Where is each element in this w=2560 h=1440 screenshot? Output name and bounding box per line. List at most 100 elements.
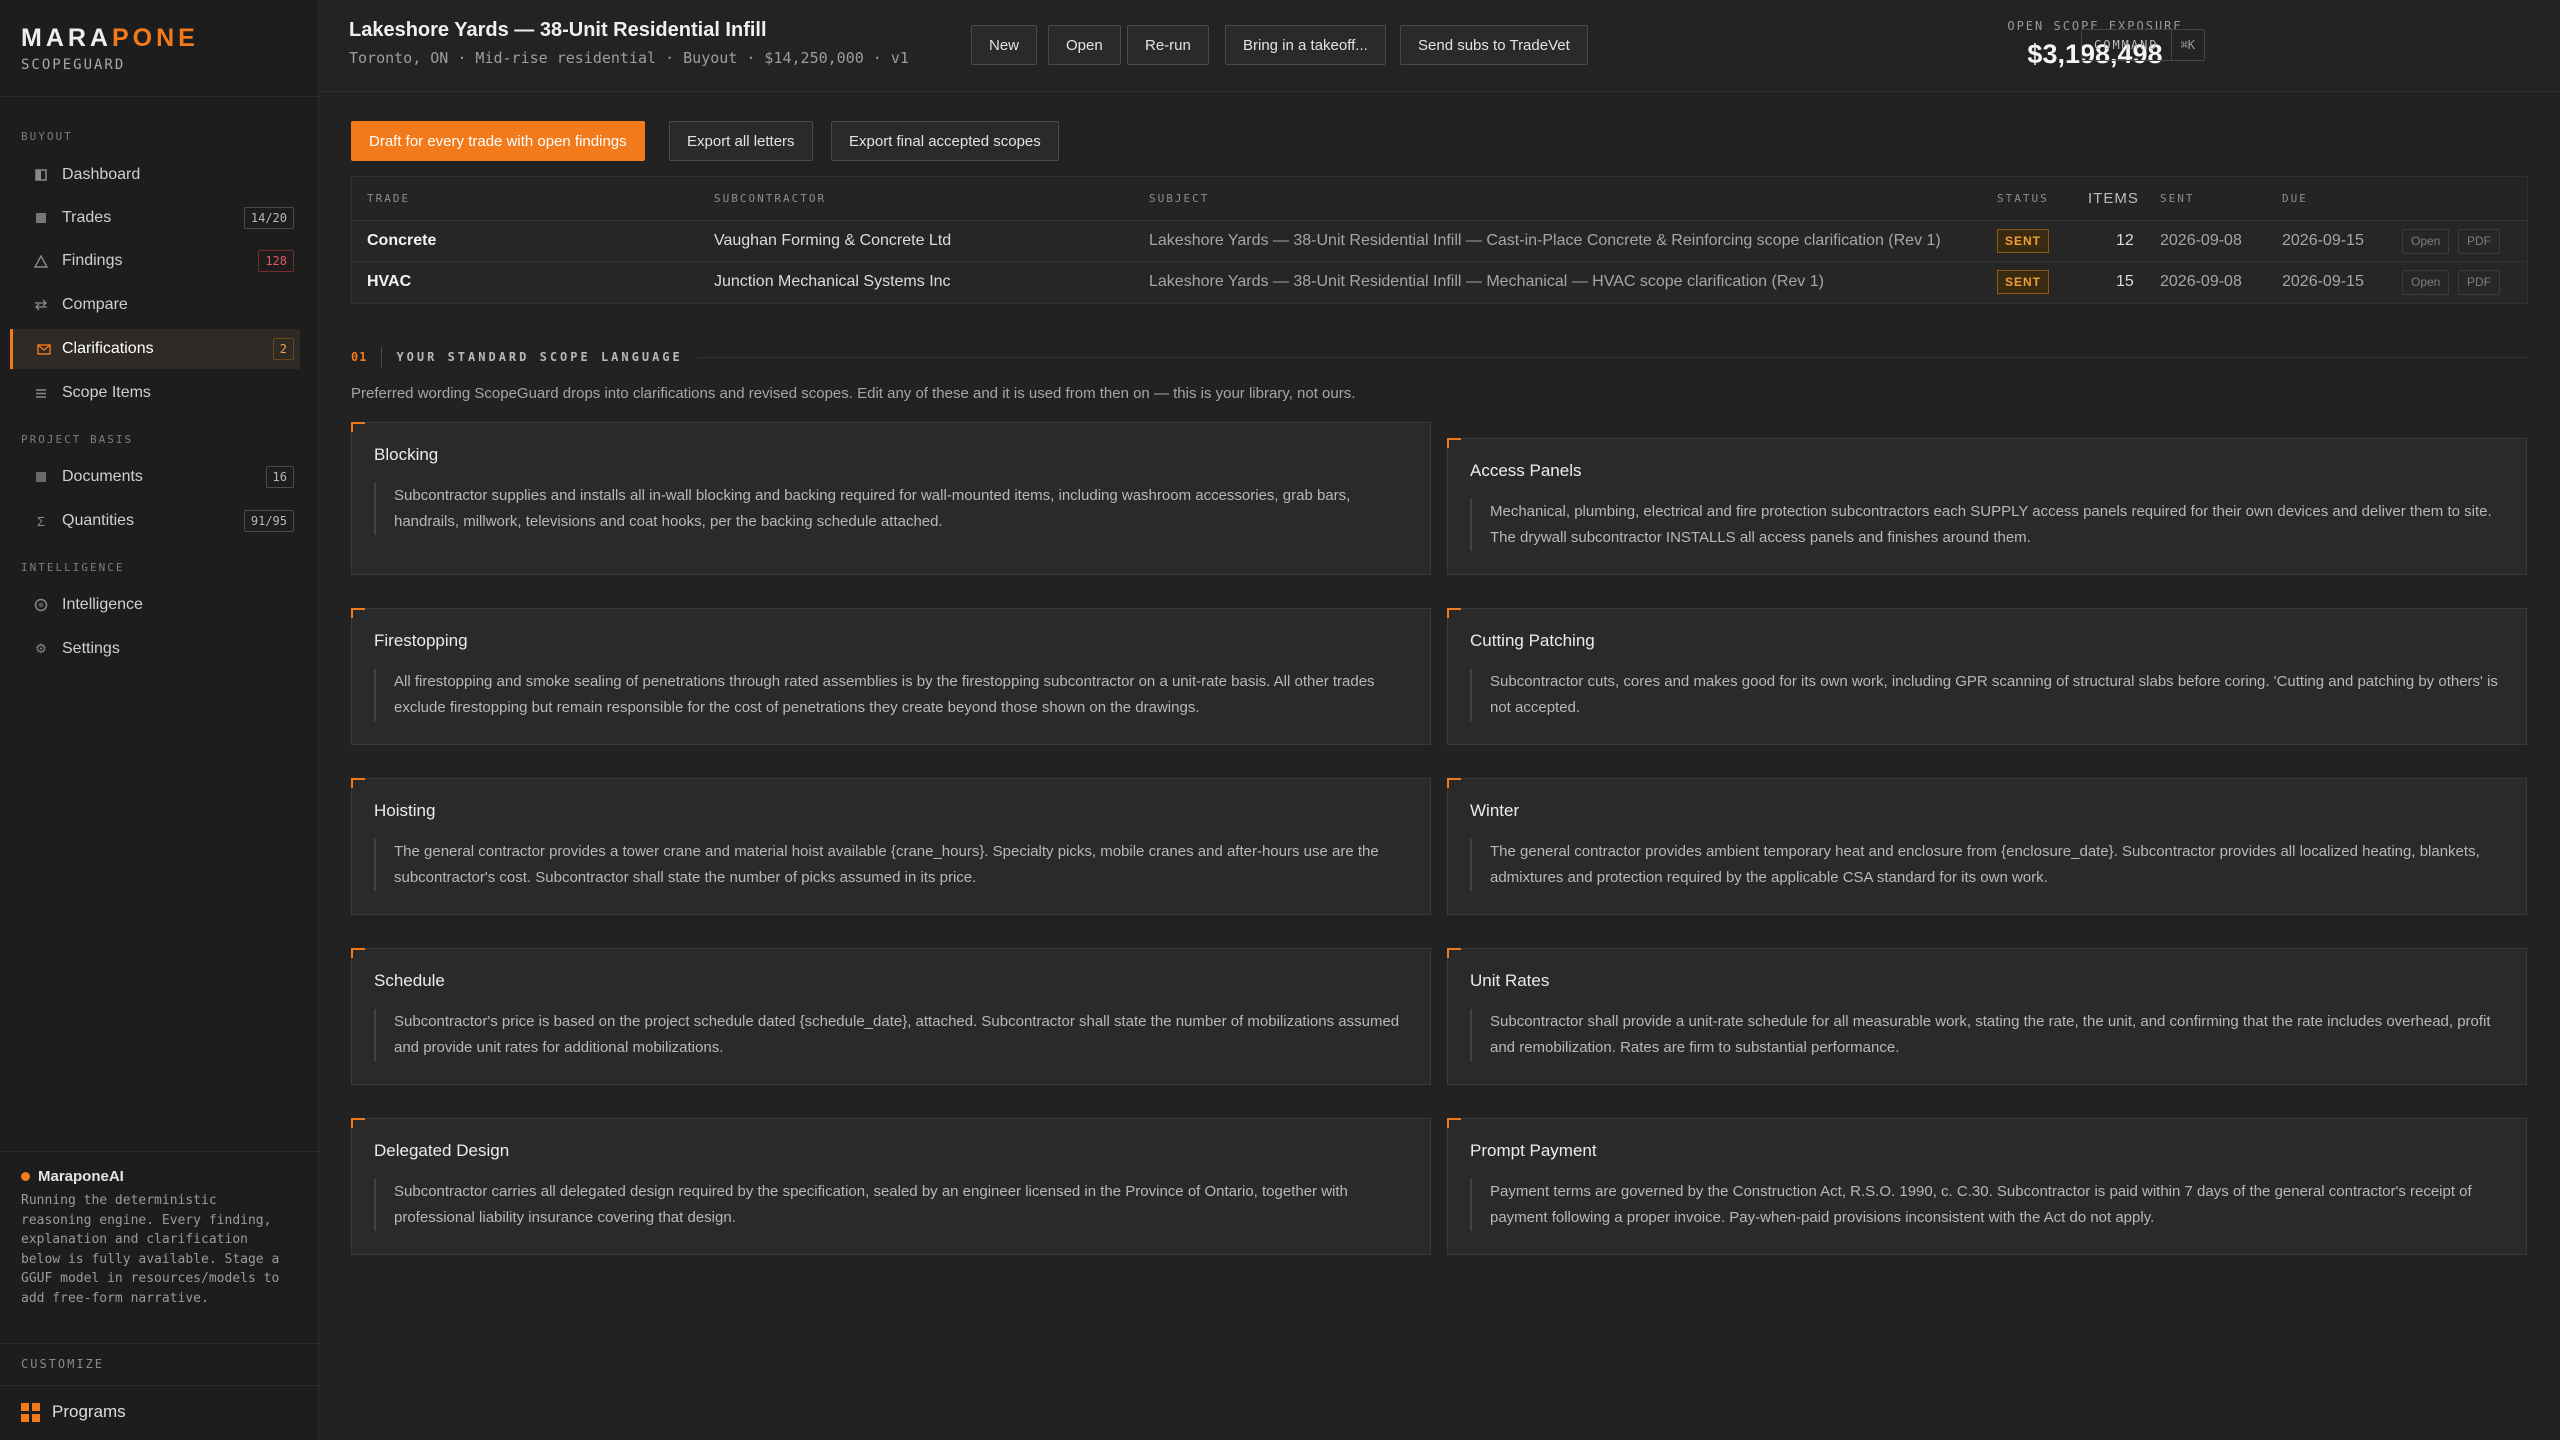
status-dot-icon xyxy=(21,1172,30,1181)
section-separator xyxy=(381,347,383,367)
scope-card-body: Mechanical, plumbing, electrical and fir… xyxy=(1470,499,2508,551)
cell-subcontractor: Junction Mechanical Systems Inc xyxy=(714,273,951,290)
sidebar-item-quantities[interactable]: Σ Quantities 91/95 xyxy=(10,501,300,541)
column-header-trade: TRADE xyxy=(367,192,411,205)
command-palette-button[interactable]: COMMAND ⌘K xyxy=(2081,29,2206,61)
section-header: 01 YOUR STANDARD SCOPE LANGUAGE xyxy=(351,347,2528,367)
scope-card-cutting-patching[interactable]: Cutting Patching Subcontractor cuts, cor… xyxy=(1447,608,2527,745)
scope-card-hoisting[interactable]: Hoisting The general contractor provides… xyxy=(351,778,1431,915)
card-corner-accent xyxy=(351,1118,365,1128)
cell-subject: Lakeshore Yards — 38-Unit Residential In… xyxy=(1149,232,1941,249)
cell-items: 15 xyxy=(2116,273,2134,290)
scope-card-body: Subcontractor supplies and installs all … xyxy=(374,483,1412,535)
findings-count-badge: 128 xyxy=(258,250,294,272)
sidebar-item-label: Quantities xyxy=(62,512,135,529)
sidebar-item-label: Settings xyxy=(62,640,120,657)
documents-icon xyxy=(32,468,50,486)
sidebar-item-settings[interactable]: ⚙ Settings xyxy=(10,629,300,669)
scope-card-access-panels[interactable]: Access Panels Mechanical, plumbing, elec… xyxy=(1447,438,2527,575)
scope-card-schedule[interactable]: Schedule Subcontractor's price is based … xyxy=(351,948,1431,1085)
sidebar-divider xyxy=(0,96,319,97)
sidebar-item-findings[interactable]: Findings 128 xyxy=(10,241,300,281)
sidebar-divider xyxy=(0,1151,319,1152)
sidebar-item-clarifications[interactable]: Clarifications 2 xyxy=(10,329,300,369)
export-final-scopes-button[interactable]: Export final accepted scopes xyxy=(831,121,1059,161)
card-corner-accent xyxy=(1447,778,1461,788)
column-header-status: STATUS xyxy=(1997,192,2049,205)
card-corner-accent xyxy=(1447,438,1461,448)
scope-card-unit-rates[interactable]: Unit Rates Subcontractor shall provide a… xyxy=(1447,948,2527,1085)
scope-card-body: Subcontractor's price is based on the pr… xyxy=(374,1009,1412,1061)
compare-icon xyxy=(32,296,50,314)
scope-card-body: Subcontractor cuts, cores and makes good… xyxy=(1470,669,2508,721)
card-corner-accent xyxy=(351,422,365,432)
scope-card-winter[interactable]: Winter The general contractor provides a… xyxy=(1447,778,2527,915)
scope-card-title: Delegated Design xyxy=(374,1141,510,1160)
column-header-items: ITEMS xyxy=(2088,190,2139,207)
brand-name: MARAPONE xyxy=(21,24,199,53)
sidebar-item-label: Findings xyxy=(62,252,123,269)
brand-product: SCOPEGUARD xyxy=(21,57,126,73)
scope-card-firestopping[interactable]: Firestopping All firestopping and smoke … xyxy=(351,608,1431,745)
mail-icon xyxy=(35,340,53,358)
card-corner-accent xyxy=(351,948,365,958)
scope-card-title: Schedule xyxy=(374,971,445,990)
cell-sent: 2026-09-08 xyxy=(2160,273,2242,290)
card-corner-accent xyxy=(1447,948,1461,958)
scope-card-delegated-design[interactable]: Delegated Design Subcontractor carries a… xyxy=(351,1118,1431,1255)
card-corner-accent xyxy=(351,778,365,788)
command-shortcut: ⌘K xyxy=(2170,30,2204,60)
sidebar-divider xyxy=(0,1343,319,1344)
cell-due: 2026-09-15 xyxy=(2282,273,2364,290)
dashboard-icon xyxy=(32,166,50,184)
cell-items: 12 xyxy=(2116,232,2134,249)
scope-card-title: Hoisting xyxy=(374,801,436,820)
scope-card-blocking[interactable]: Blocking Subcontractor supplies and inst… xyxy=(351,422,1431,575)
pdf-button[interactable]: PDF xyxy=(2458,270,2500,295)
sidebar-item-documents[interactable]: Documents 16 xyxy=(10,457,300,497)
sidebar-item-intelligence[interactable]: Intelligence xyxy=(10,585,300,625)
column-header-due: DUE xyxy=(2282,192,2308,205)
draft-all-trades-button[interactable]: Draft for every trade with open findings xyxy=(351,121,645,161)
warning-icon xyxy=(32,252,50,270)
ai-status-description: Running the deterministic reasoning engi… xyxy=(21,1193,280,1306)
sigma-icon: Σ xyxy=(36,513,46,529)
scope-card-title: Prompt Payment xyxy=(1470,1141,1597,1160)
scope-card-title: Winter xyxy=(1470,801,1520,820)
open-button[interactable]: Open xyxy=(1048,25,1121,65)
sidebar-item-label: Intelligence xyxy=(62,596,143,613)
new-button[interactable]: New xyxy=(971,25,1038,65)
sidebar-item-scope-items[interactable]: Scope Items xyxy=(10,373,300,413)
export-all-letters-button[interactable]: Export all letters xyxy=(669,121,813,161)
cell-due: 2026-09-15 xyxy=(2282,232,2364,249)
sidebar-item-trades[interactable]: Trades 14/20 xyxy=(10,198,300,238)
section-rule xyxy=(696,356,2528,358)
sidebar: MARAPONE SCOPEGUARD BUYOUT Dashboard Tra… xyxy=(0,0,319,1440)
column-header-subcontractor: SUBCONTRACTOR xyxy=(714,192,827,205)
bring-in-takeoff-button[interactable]: Bring in a takeoff... xyxy=(1225,25,1386,65)
section-title: YOUR STANDARD SCOPE LANGUAGE xyxy=(396,350,683,364)
open-letter-button[interactable]: Open xyxy=(2402,229,2450,254)
card-corner-accent xyxy=(351,608,365,618)
column-header-sent: SENT xyxy=(2160,192,2195,205)
table-row[interactable]: Concrete Vaughan Forming & Concrete Ltd … xyxy=(352,221,2527,262)
pdf-button[interactable]: PDF xyxy=(2458,229,2500,254)
rerun-button[interactable]: Re-run xyxy=(1127,25,1209,65)
table-row[interactable]: HVAC Junction Mechanical Systems Inc Lak… xyxy=(352,262,2527,303)
send-subs-tradevet-button[interactable]: Send subs to TradeVet xyxy=(1400,25,1588,65)
sidebar-item-dashboard[interactable]: Dashboard xyxy=(10,155,300,195)
list-icon xyxy=(32,384,50,402)
scope-card-prompt-payment[interactable]: Prompt Payment Payment terms are governe… xyxy=(1447,1118,2527,1255)
scope-card-body: The general contractor provides a tower … xyxy=(374,839,1412,891)
scope-card-body: The general contractor provides ambient … xyxy=(1470,839,2508,891)
scope-card-body: Subcontractor shall provide a unit-rate … xyxy=(1470,1009,2508,1061)
sidebar-item-compare[interactable]: Compare xyxy=(10,285,300,325)
brand-logo[interactable]: MARAPONE SCOPEGUARD xyxy=(21,24,199,73)
card-corner-accent xyxy=(1447,608,1461,618)
programs-button[interactable]: Programs xyxy=(21,1402,126,1422)
sidebar-section-buyout: BUYOUT xyxy=(21,130,73,143)
ai-title-text: MaraponeAI xyxy=(38,1168,124,1185)
top-bar: Lakeshore Yards — 38-Unit Residential In… xyxy=(320,0,2560,92)
cell-trade: Concrete xyxy=(367,232,437,249)
open-letter-button[interactable]: Open xyxy=(2402,270,2450,295)
